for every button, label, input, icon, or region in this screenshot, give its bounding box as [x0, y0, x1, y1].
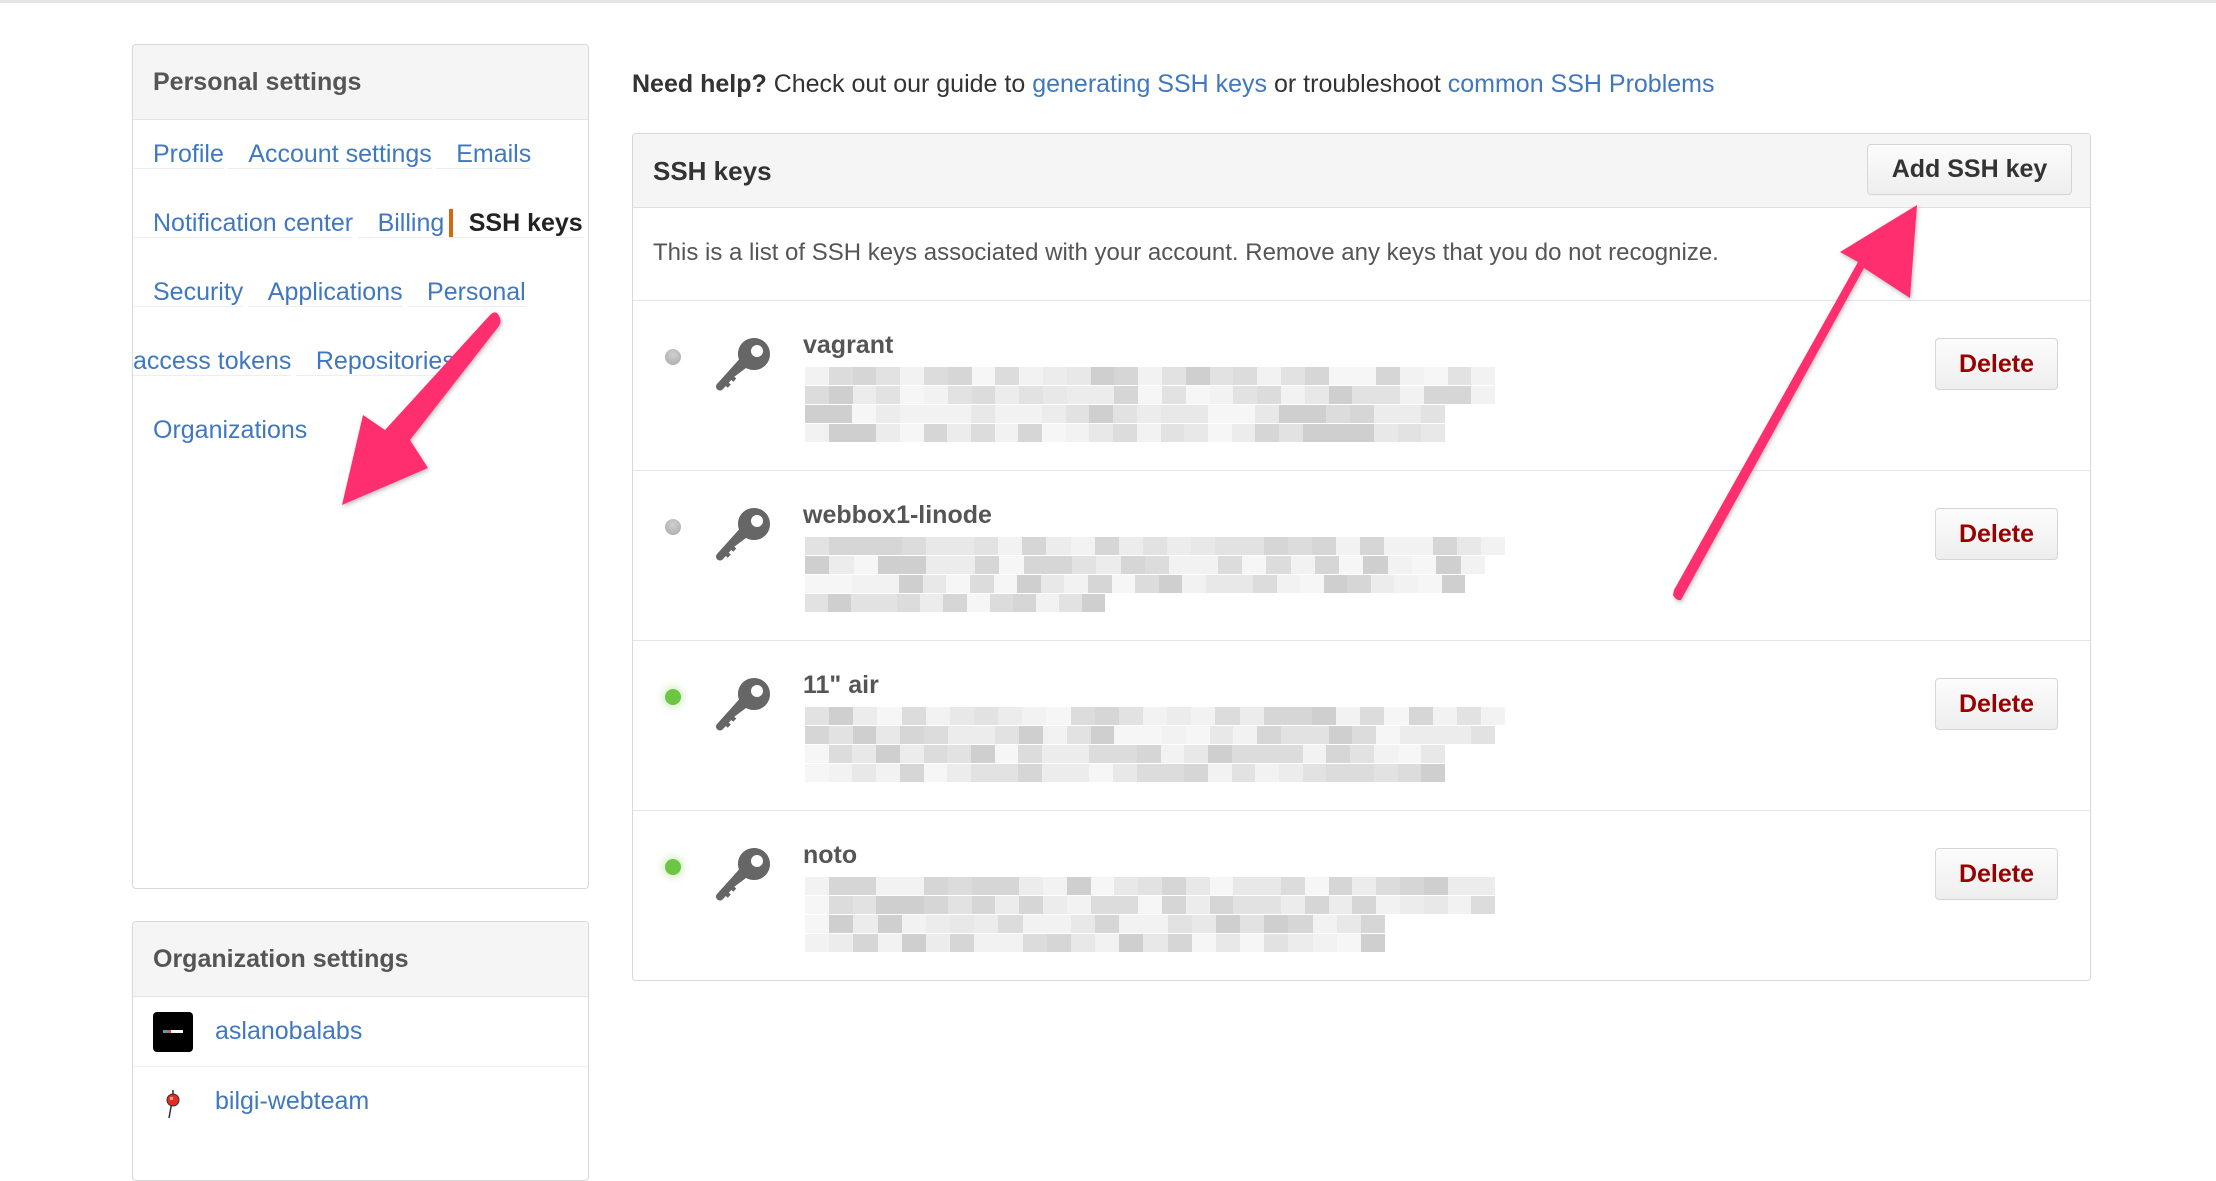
- organization-settings-menu: Organization settings aslanobalabs bilgi…: [132, 921, 589, 1181]
- organization-settings-heading: Organization settings: [133, 922, 588, 997]
- key-title: noto: [803, 841, 858, 869]
- key-fingerprint-redacted: [805, 707, 1506, 787]
- key-status-dot-icon: [665, 349, 681, 365]
- delete-key-button[interactable]: Delete: [1935, 678, 2058, 730]
- sidebar-item-notification-center[interactable]: Notification center: [133, 209, 354, 238]
- ssh-keys-header: SSH keys Add SSH key: [633, 134, 2090, 208]
- sidebar-item-ssh-keys[interactable]: SSH keys: [448, 209, 583, 238]
- key-icon: [715, 678, 770, 731]
- help-prefix: Need help?: [632, 70, 767, 98]
- ssh-key-row: webbox1-linode Delete: [633, 471, 2090, 641]
- redacted-block: [805, 745, 1445, 763]
- aslanobalabs-avatar-icon: [153, 1011, 193, 1052]
- generating-ssh-keys-link[interactable]: generating SSH keys: [1032, 70, 1267, 98]
- delete-key-button[interactable]: Delete: [1935, 848, 2058, 900]
- redacted-block: [805, 707, 1506, 725]
- ssh-key-list: vagrant Delete webbox1-linode Delete 11"…: [633, 301, 2090, 980]
- key-icon: [715, 508, 770, 561]
- ssh-keys-description: This is a list of SSH keys associated wi…: [633, 208, 2090, 301]
- key-fingerprint-redacted: [805, 367, 1496, 447]
- redacted-block: [805, 537, 1506, 555]
- redacted-block: [805, 726, 1496, 744]
- sidebar-item-security[interactable]: Security: [133, 278, 244, 307]
- redacted-block: [805, 934, 1386, 952]
- key-status-dot-icon: [665, 519, 681, 535]
- pin-avatar-icon: [153, 1082, 193, 1122]
- key-title: vagrant: [803, 331, 894, 359]
- redacted-block: [805, 877, 1496, 895]
- org-label: bilgi-webteam: [215, 1087, 370, 1115]
- top-border: [0, 0, 2216, 3]
- sidebar-item-applications[interactable]: Applications: [247, 278, 403, 307]
- delete-key-button[interactable]: Delete: [1935, 508, 2058, 560]
- redacted-block: [805, 386, 1496, 404]
- key-title: 11" air: [803, 671, 879, 699]
- redacted-block: [805, 594, 1106, 612]
- delete-key-button[interactable]: Delete: [1935, 338, 2058, 390]
- ssh-keys-panel: SSH keys Add SSH key This is a list of S…: [632, 133, 2091, 981]
- org-label: aslanobalabs: [215, 1017, 363, 1045]
- ssh-key-row: 11" air Delete: [633, 641, 2090, 811]
- sidebar-item-profile[interactable]: Profile: [133, 140, 224, 169]
- redacted-block: [805, 915, 1386, 933]
- key-fingerprint-redacted: [805, 537, 1506, 617]
- redacted-block: [805, 367, 1496, 385]
- personal-settings-heading: Personal settings: [133, 45, 588, 120]
- redacted-block: [805, 575, 1466, 593]
- org-item-bilgi-webteam[interactable]: bilgi-webteam: [133, 1067, 588, 1136]
- add-ssh-key-button[interactable]: Add SSH key: [1867, 144, 2072, 195]
- key-fingerprint-redacted: [805, 877, 1496, 957]
- sidebar-item-organizations[interactable]: Organizations: [133, 416, 307, 444]
- redacted-block: [805, 556, 1485, 574]
- key-status-dot-icon: [665, 689, 681, 705]
- sidebar-item-account-settings[interactable]: Account settings: [228, 140, 432, 169]
- sidebar-item-billing[interactable]: Billing: [357, 209, 445, 238]
- help-text: Need help? Check out our guide to genera…: [632, 70, 1714, 99]
- help-text-1: Check out our guide to: [766, 70, 1033, 98]
- key-status-dot-icon: [665, 859, 681, 875]
- key-icon: [715, 848, 770, 901]
- redacted-block: [805, 896, 1496, 914]
- common-ssh-problems-link[interactable]: common SSH Problems: [1448, 70, 1715, 98]
- sidebar-item-emails[interactable]: Emails: [436, 140, 532, 169]
- ssh-key-row: noto Delete: [633, 811, 2090, 980]
- sidebar-item-repositories[interactable]: Repositories: [295, 347, 455, 376]
- ssh-keys-title: SSH keys: [653, 156, 772, 186]
- ssh-key-row: vagrant Delete: [633, 301, 2090, 471]
- key-icon: [715, 338, 770, 391]
- personal-settings-menu: Personal settings Profile Account settin…: [132, 44, 589, 889]
- redacted-block: [805, 424, 1445, 442]
- help-text-2: or troubleshoot: [1267, 70, 1448, 98]
- redacted-block: [805, 405, 1445, 423]
- key-title: webbox1-linode: [803, 501, 992, 529]
- redacted-block: [805, 764, 1445, 782]
- org-item-aslanobalabs[interactable]: aslanobalabs: [133, 997, 588, 1067]
